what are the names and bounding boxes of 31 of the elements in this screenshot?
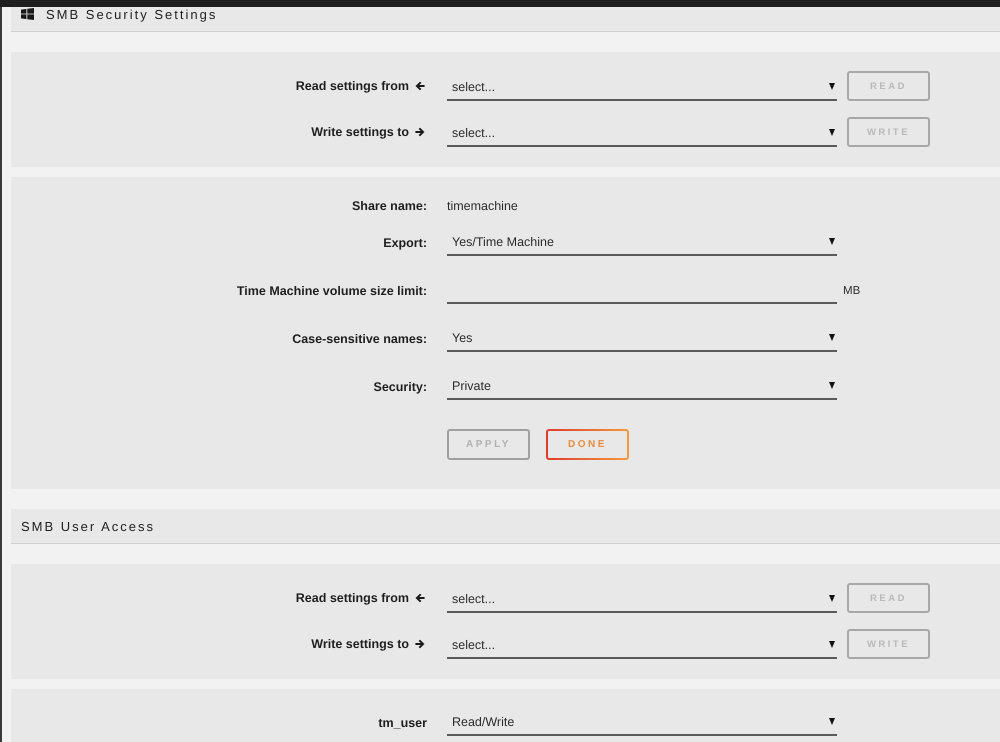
arrow-right-icon: [415, 639, 425, 649]
section-title: SMB Security Settings: [46, 7, 218, 22]
arrow-left-icon: [415, 81, 425, 91]
field-value: timemachine: [447, 199, 518, 213]
section-title: SMB User Access: [21, 518, 156, 534]
caret-icon: [829, 641, 835, 648]
arrow-left-icon: [415, 593, 425, 603]
field-label: Case-sensitive names:: [292, 332, 427, 346]
field-label: Security:: [374, 380, 427, 394]
caret-icon: [829, 129, 835, 136]
field-label: Read settings from: [296, 591, 409, 605]
arrow-right-icon: [415, 127, 425, 137]
select-field[interactable]: Yes/Time Machine: [447, 226, 837, 256]
select-field[interactable]: Private: [447, 370, 837, 400]
caret-icon: [829, 83, 835, 90]
select-field[interactable]: Yes: [447, 322, 837, 352]
field-label: Export:: [383, 236, 427, 250]
caret-icon: [829, 238, 835, 245]
field-label: Time Machine volume size limit:: [236, 284, 427, 298]
caret-icon: [829, 718, 835, 725]
field-label: Write settings to: [311, 125, 409, 139]
caret-icon: [829, 595, 835, 602]
field-label: Read settings from: [296, 79, 409, 93]
select-field[interactable]: Read/Write: [447, 706, 837, 736]
caret-icon: [829, 382, 835, 389]
caret-icon: [829, 334, 835, 341]
field-label: Write settings to: [311, 637, 409, 651]
field-label: tm_user: [378, 716, 427, 730]
windows-logo-icon: [21, 8, 34, 20]
field-label: Share name:: [352, 199, 427, 213]
unit-label: MB: [843, 285, 860, 297]
